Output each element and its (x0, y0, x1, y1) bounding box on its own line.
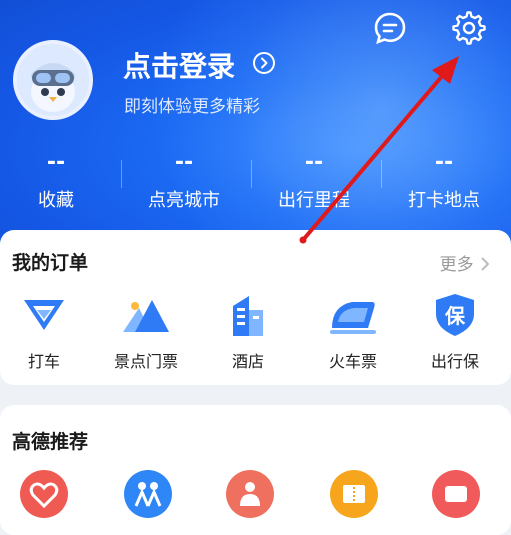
svg-text:保: 保 (444, 304, 466, 328)
stat-favorites[interactable]: -- 收藏 (0, 152, 120, 212)
profile-header: 点击登录 即刻体验更多精彩 -- 收藏 -- 点亮城市 -- 出行里程 -- 打… (0, 0, 511, 250)
recommend-title: 高德推荐 (12, 431, 89, 453)
stat-value: -- (304, 150, 324, 175)
taxi-icon (19, 292, 69, 338)
stat-value: -- (174, 150, 194, 175)
order-item-label: 打车 (27, 352, 60, 371)
train-icon (328, 292, 378, 338)
stat-checkins[interactable]: -- 打卡地点 (380, 152, 508, 212)
order-item-tickets[interactable]: 景点门票 (96, 292, 196, 372)
orders-title: 我的订单 (12, 252, 89, 274)
recommend-service-icon[interactable] (226, 470, 274, 518)
stat-label: 点亮城市 (148, 190, 220, 211)
login-subtitle: 即刻体验更多精彩 (124, 97, 260, 117)
order-item-train[interactable]: 火车票 (303, 292, 403, 372)
login-title[interactable]: 点击登录 (123, 45, 235, 85)
recommend-people-icon[interactable] (124, 470, 172, 518)
stat-label: 打卡地点 (408, 190, 480, 211)
hotel-icon (223, 292, 273, 338)
order-item-label: 景点门票 (113, 352, 178, 371)
stat-label: 出行里程 (278, 190, 350, 211)
orders-more-link[interactable]: 更多 (440, 250, 491, 275)
message-icon[interactable] (372, 10, 408, 46)
order-item-label: 火车票 (328, 352, 377, 371)
order-item-travel-insurance[interactable]: 保 出行保 (405, 292, 505, 372)
recommend-heart-icon[interactable] (20, 470, 68, 518)
stat-mileage[interactable]: -- 出行里程 (250, 152, 378, 212)
order-item-hotel[interactable]: 酒店 (198, 292, 298, 372)
chevron-right-icon[interactable] (253, 52, 275, 74)
shield-icon: 保 (430, 292, 480, 338)
chevron-right-icon (481, 257, 490, 271)
order-item-label: 酒店 (231, 352, 264, 371)
stat-value: -- (434, 150, 454, 175)
order-item-taxi[interactable]: 打车 (0, 292, 94, 372)
recommend-ticket-icon[interactable] (330, 470, 378, 518)
stat-value: -- (46, 150, 66, 175)
gear-icon[interactable] (451, 10, 487, 46)
order-item-label: 出行保 (430, 352, 479, 371)
more-label: 更多 (439, 255, 474, 275)
stat-lit-cities[interactable]: -- 点亮城市 (120, 152, 248, 212)
mountain-icon (121, 292, 171, 338)
avatar[interactable] (13, 40, 93, 120)
stat-label: 收藏 (38, 190, 74, 211)
recommend-coupon-icon[interactable] (432, 470, 480, 518)
